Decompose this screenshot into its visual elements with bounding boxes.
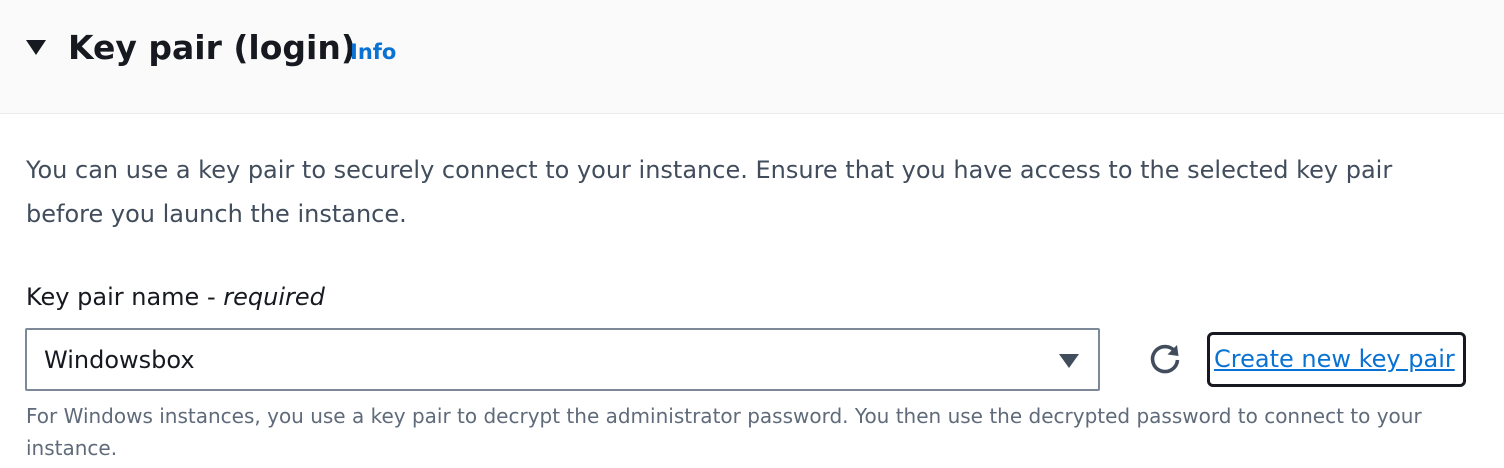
- key-pair-name-label: Key pair name - required: [26, 281, 325, 313]
- create-new-key-pair-link[interactable]: Create new key pair: [1207, 332, 1466, 387]
- section-header: Key pair (login) Info: [0, 0, 1504, 114]
- key-pair-select[interactable]: Windowsbox: [25, 328, 1100, 391]
- refresh-icon[interactable]: [1146, 341, 1184, 379]
- key-pair-help-text: For Windows instances, you use a key pai…: [26, 404, 1422, 460]
- field-label-text: Key pair name -: [26, 283, 224, 311]
- dropdown-caret-icon: [1059, 354, 1079, 368]
- required-label: required: [223, 283, 325, 311]
- info-link[interactable]: Info: [350, 38, 396, 66]
- collapse-caret-icon[interactable]: [26, 40, 46, 55]
- key-pair-selected-value: Windowsbox: [44, 346, 195, 374]
- section-description: You can use a key pair to securely conne…: [26, 156, 1393, 228]
- section-title: Key pair (login): [68, 28, 356, 67]
